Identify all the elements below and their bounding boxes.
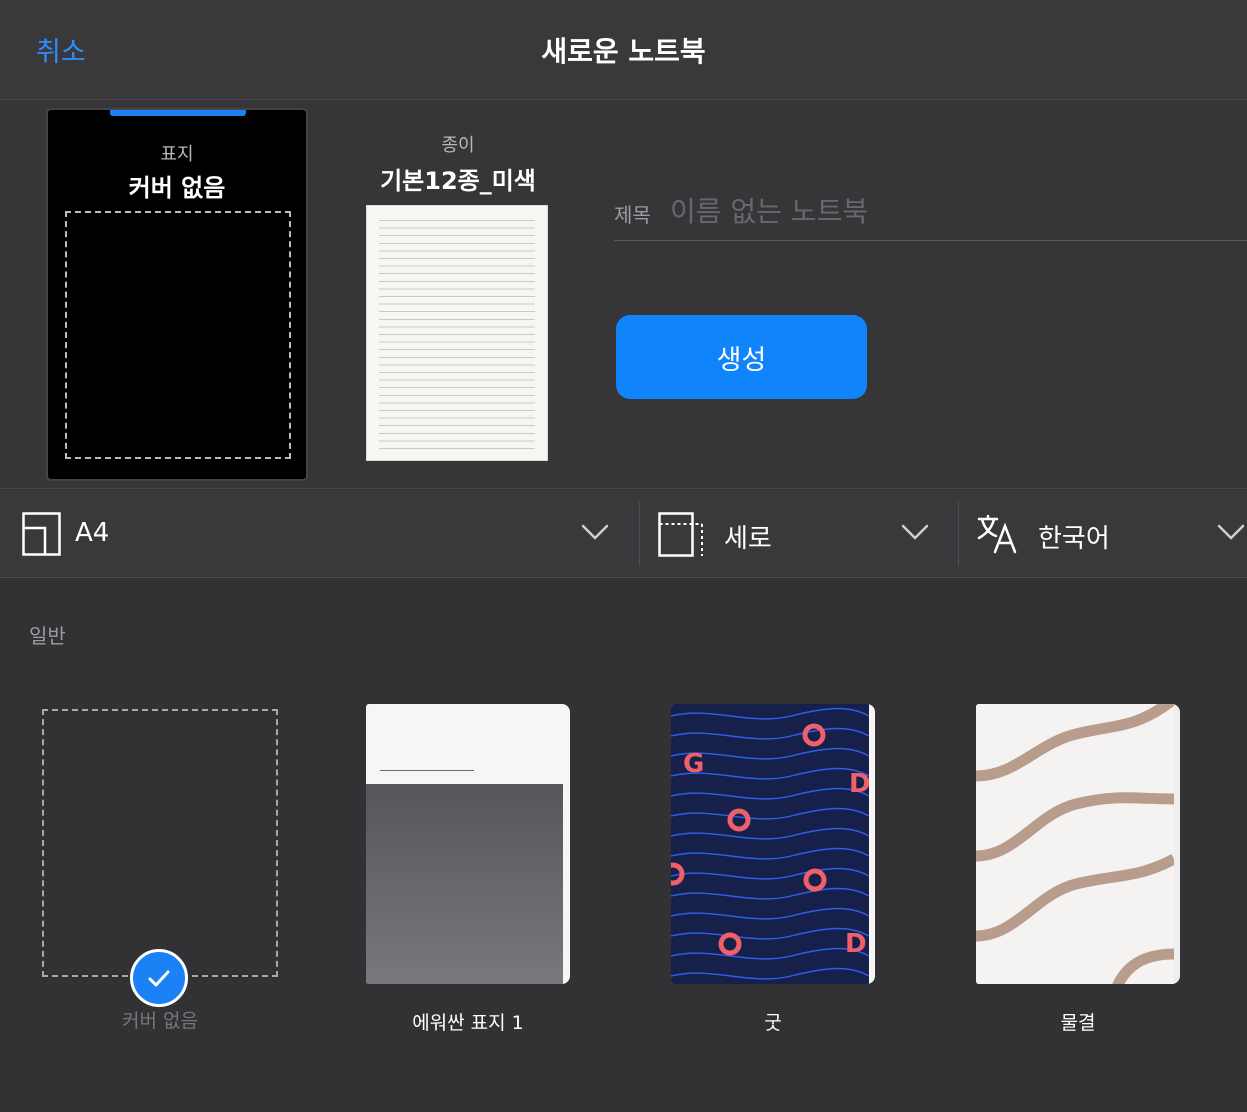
cover-option-name: 물결 xyxy=(1060,1012,1096,1034)
cover-option-good[interactable]: G D D 굿 xyxy=(671,704,875,1034)
section-label: 일반 xyxy=(29,624,66,648)
chevron-down-icon xyxy=(901,524,929,540)
title-label: 제목 xyxy=(614,203,651,227)
paper-caption: 종이 xyxy=(441,135,475,156)
empty-cover-placeholder xyxy=(65,211,291,459)
translate-icon xyxy=(977,514,1017,554)
svg-text:D: D xyxy=(845,929,867,959)
chevron-down-icon xyxy=(1217,524,1245,540)
orientation-value: 세로 xyxy=(724,524,772,554)
orientation-icon xyxy=(658,512,703,557)
empty-cover-thumbnail xyxy=(42,709,278,977)
page-title: 새로운 노트북 xyxy=(541,35,706,68)
cover-option-name: 커버 없음 xyxy=(122,1010,198,1032)
notebook-preview-area: 표지 커버 없음 종이 기본12종_미색 제목 생성 xyxy=(0,101,1247,489)
paper-preview xyxy=(366,205,548,461)
selected-tab-indicator xyxy=(110,110,246,116)
title-field: 제목 xyxy=(614,189,1247,241)
paper-value: 기본12종_미색 xyxy=(380,167,536,195)
cover-option-wrapped-1[interactable]: 에워싼 표지 1 xyxy=(366,704,570,1034)
create-button[interactable]: 생성 xyxy=(616,315,867,399)
svg-text:G: G xyxy=(683,749,704,779)
navigation-bar: 취소 새로운 노트북 xyxy=(0,0,1247,100)
chevron-down-icon xyxy=(581,524,609,540)
orientation-selector[interactable]: 세로 xyxy=(640,490,958,578)
wave-cover-thumbnail xyxy=(976,704,1180,984)
cover-value: 커버 없음 xyxy=(128,174,226,202)
cover-caption: 표지 xyxy=(160,144,194,165)
selected-check-icon xyxy=(130,949,188,1007)
language-value: 한국어 xyxy=(1038,524,1110,554)
page-size-selector[interactable]: A4 xyxy=(0,490,639,578)
options-bar: A4 세로 한국어 xyxy=(0,490,1247,578)
cover-option-none[interactable]: 커버 없음 xyxy=(42,704,278,1034)
title-input[interactable] xyxy=(670,189,1230,233)
paper-tab[interactable]: 종이 기본12종_미색 xyxy=(360,131,556,466)
cover-tab[interactable]: 표지 커버 없음 xyxy=(46,108,308,481)
page-size-value: A4 xyxy=(75,518,110,548)
svg-text:D: D xyxy=(849,769,869,799)
language-selector[interactable]: 한국어 xyxy=(959,490,1247,578)
page-size-icon xyxy=(22,512,61,556)
cover-option-name: 굿 xyxy=(764,1012,782,1034)
cover-option-wave[interactable]: 물결 xyxy=(976,704,1180,1034)
good-cover-thumbnail: G D D xyxy=(671,704,875,984)
ruled-lines xyxy=(379,220,535,450)
wrapped-cover-thumbnail xyxy=(366,704,570,984)
cover-option-name: 에워싼 표지 1 xyxy=(412,1012,524,1034)
